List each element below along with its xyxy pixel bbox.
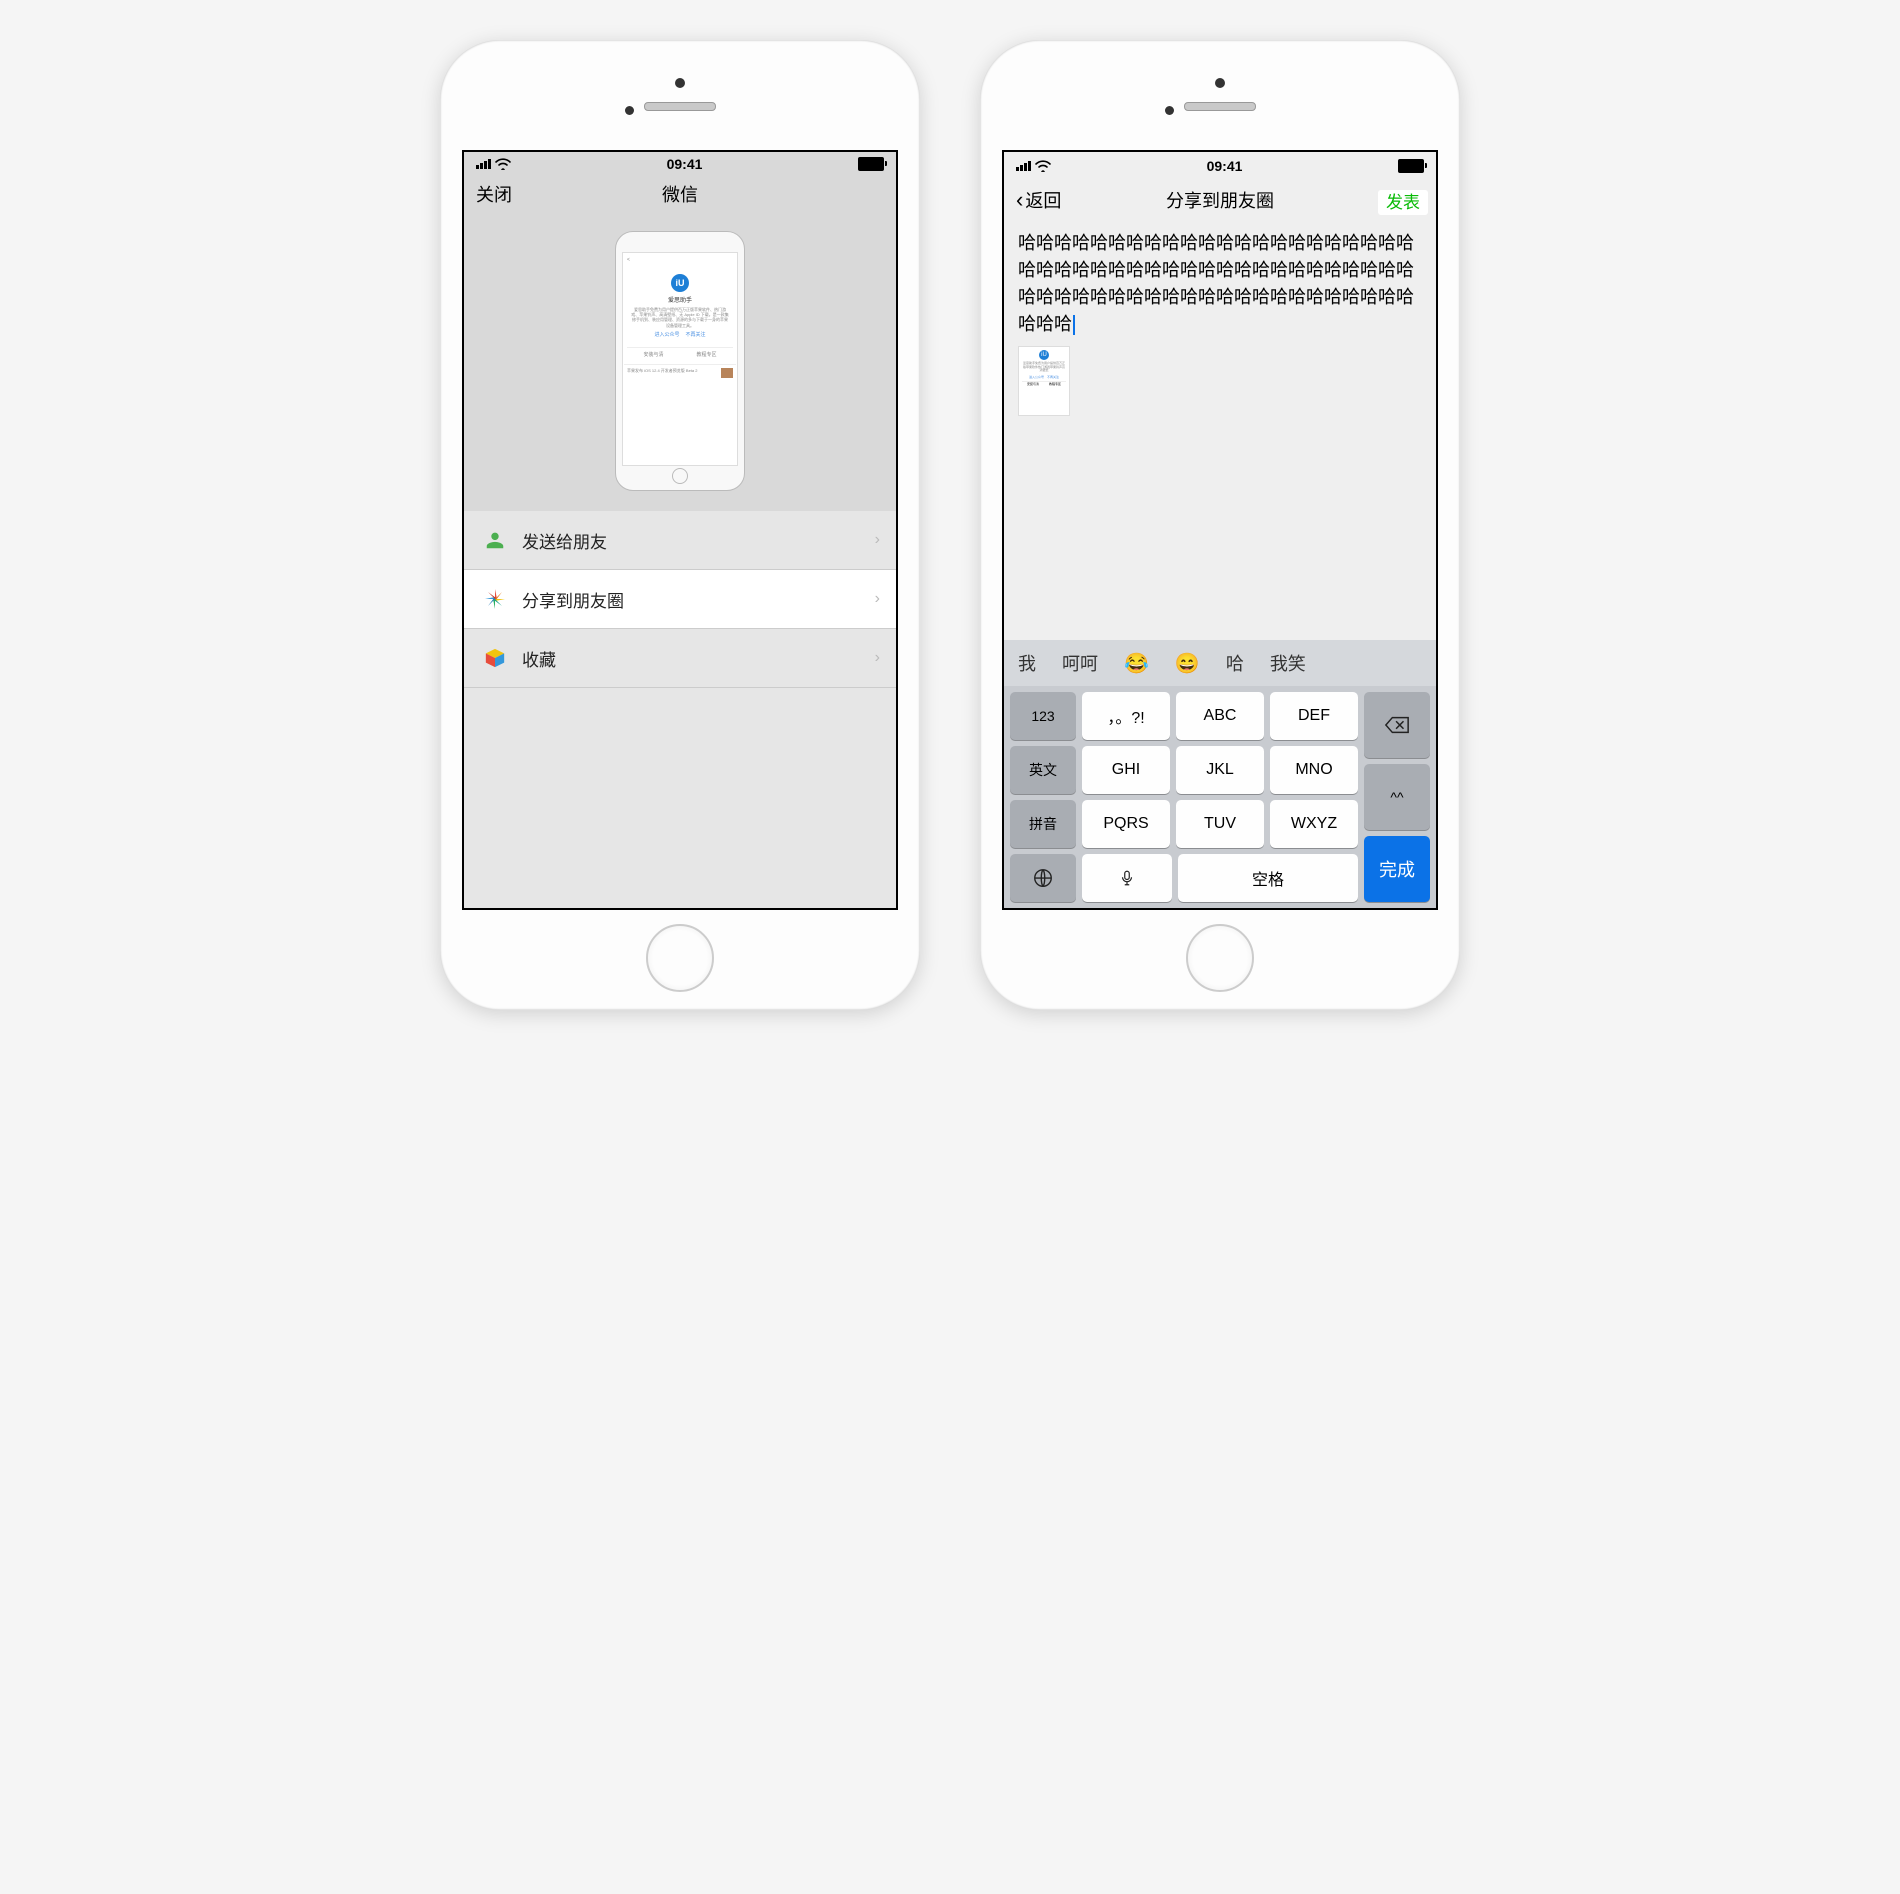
key-globe-icon[interactable] [1010, 854, 1076, 902]
key-tuv[interactable]: TUV [1176, 800, 1264, 848]
status-bar: 09:41 [464, 152, 896, 176]
preview-news-thumb [721, 368, 733, 378]
moments-icon [483, 587, 507, 611]
screen-right: 09:41 ‹ 返回 分享到朋友圈 发表 哈哈哈哈哈哈哈哈哈哈哈哈哈哈哈哈哈哈哈… [1002, 150, 1438, 910]
preview-app-logo-icon: iU [671, 274, 689, 292]
key-backspace-icon[interactable] [1364, 692, 1430, 758]
preview-tab-left: 安装与清 [627, 348, 680, 361]
key-english[interactable]: 英文 [1010, 746, 1076, 794]
share-to-friend-row[interactable]: 发送给朋友 › [464, 511, 896, 570]
close-button[interactable]: 关闭 [476, 181, 512, 207]
share-to-moments-label: 分享到朋友圈 [522, 587, 624, 612]
key-punct[interactable]: ，。?! [1082, 692, 1170, 740]
compose-area[interactable]: 哈哈哈哈哈哈哈哈哈哈哈哈哈哈哈哈哈哈哈哈哈哈哈哈哈哈哈哈哈哈哈哈哈哈哈哈哈哈哈哈… [1004, 220, 1436, 420]
text-cursor [1073, 315, 1075, 335]
battery-icon [1398, 159, 1424, 173]
key-mno[interactable]: MNO [1270, 746, 1358, 794]
preview-link-right: 不再关注 [686, 331, 706, 338]
nav-title: 分享到朋友圈 [1166, 187, 1274, 213]
nav-bar-right: ‹ 返回 分享到朋友圈 发表 [1004, 180, 1436, 220]
home-button[interactable] [1186, 924, 1254, 992]
speaker-slot [644, 102, 716, 111]
sensor-dot [1165, 106, 1174, 115]
preview-news-text: 苹果发布 iOS 12.4 开发者预览版 Beta 2 [627, 368, 719, 378]
chevron-right-icon: › [875, 649, 880, 667]
cube-icon [484, 647, 506, 669]
battery-icon [858, 157, 884, 171]
camera-dot [1215, 78, 1225, 88]
sensor-dot [625, 106, 634, 115]
key-123[interactable]: 123 [1010, 692, 1076, 740]
preview-text: 爱思助手免费为用户提供百万正版苹果软件、热门游戏、苹果铃声、高清壁纸、无 App… [627, 307, 733, 328]
key-pinyin[interactable]: 拼音 [1010, 800, 1076, 848]
key-def[interactable]: DEF [1270, 692, 1358, 740]
nav-bar-left: 关闭 微信 [464, 176, 896, 211]
back-button[interactable]: ‹ 返回 [1016, 187, 1061, 213]
share-preview-area: < iU 爱思助手 爱思助手免费为用户提供百万正版苹果软件、热门游戏、苹果铃声、… [464, 211, 896, 511]
camera-dot [675, 78, 685, 88]
publish-button[interactable]: 发表 [1378, 190, 1428, 215]
status-bar: 09:41 [1004, 152, 1436, 180]
preview-app-name: 爱思助手 [668, 295, 692, 304]
nav-title: 微信 [662, 181, 698, 207]
chevron-back-icon: ‹ [1016, 187, 1023, 213]
suggestion-5[interactable]: 我笑 [1266, 648, 1310, 678]
suggestion-2-emoji[interactable]: 😂 [1120, 649, 1153, 678]
phone-mockup-right: 09:41 ‹ 返回 分享到朋友圈 发表 哈哈哈哈哈哈哈哈哈哈哈哈哈哈哈哈哈哈哈… [980, 40, 1460, 1010]
key-space[interactable]: 空格 [1178, 854, 1358, 902]
chevron-right-icon: › [875, 531, 880, 549]
suggestion-4[interactable]: 哈 [1222, 648, 1248, 678]
compose-body: 哈哈哈哈哈哈哈哈哈哈哈哈哈哈哈哈哈哈哈哈哈哈哈哈哈哈哈哈哈哈哈哈哈哈哈哈哈哈哈哈… [1004, 220, 1436, 908]
person-icon [484, 529, 506, 551]
signal-icon [1016, 161, 1031, 171]
status-time: 09:41 [667, 156, 703, 172]
key-abc[interactable]: ABC [1176, 692, 1264, 740]
share-action-list: 发送给朋友 › [464, 511, 896, 688]
preview-link-left: 进入公众号 [654, 331, 679, 338]
screen-left: 09:41 关闭 微信 < iU 爱思助手 爱思助手免费为用户提供百万正版苹果软… [462, 150, 898, 910]
keyboard: 我 呵呵 😂 😄 哈 我笑 123 英文 拼音 [1004, 640, 1436, 908]
share-sheet-footer-space [464, 688, 896, 908]
home-button[interactable] [646, 924, 714, 992]
key-wxyz[interactable]: WXYZ [1270, 800, 1358, 848]
thumbnail-logo-icon: iU [1039, 350, 1049, 360]
key-done[interactable]: 完成 [1364, 836, 1430, 902]
key-face[interactable]: ^^ [1364, 764, 1430, 830]
wifi-icon [495, 158, 511, 170]
key-pqrs[interactable]: PQRS [1082, 800, 1170, 848]
preview-tab-right: 教程专区 [680, 348, 733, 361]
status-time: 09:41 [1207, 158, 1243, 174]
share-sheet-body: < iU 爱思助手 爱思助手免费为用户提供百万正版苹果软件、热门游戏、苹果铃声、… [464, 211, 896, 908]
key-ghi[interactable]: GHI [1082, 746, 1170, 794]
favorite-row[interactable]: 收藏 › [464, 629, 896, 688]
compose-thumbnail[interactable]: iU 爱思助手免费为用户提供百万正版苹果软件热门游戏苹果铃声高清壁纸 进入公众号… [1018, 346, 1070, 416]
wifi-icon [1035, 160, 1051, 172]
suggestion-1[interactable]: 呵呵 [1058, 648, 1102, 678]
back-label: 返回 [1025, 187, 1061, 213]
suggestion-3-emoji[interactable]: 😄 [1171, 649, 1204, 678]
compose-text[interactable]: 哈哈哈哈哈哈哈哈哈哈哈哈哈哈哈哈哈哈哈哈哈哈哈哈哈哈哈哈哈哈哈哈哈哈哈哈哈哈哈哈… [1018, 230, 1422, 338]
preview-phone-graphic: < iU 爱思助手 爱思助手免费为用户提供百万正版苹果软件、热门游戏、苹果铃声、… [615, 231, 745, 491]
signal-icon [476, 159, 491, 169]
suggestion-0[interactable]: 我 [1014, 648, 1040, 678]
chevron-right-icon: › [875, 590, 880, 608]
share-to-moments-row[interactable]: 分享到朋友圈 › [464, 570, 896, 629]
key-mic-icon[interactable] [1082, 854, 1172, 902]
speaker-slot [1184, 102, 1256, 111]
share-to-friend-label: 发送给朋友 [522, 528, 607, 553]
suggestion-bar: 我 呵呵 😂 😄 哈 我笑 [1004, 640, 1436, 686]
phone-mockup-left: 09:41 关闭 微信 < iU 爱思助手 爱思助手免费为用户提供百万正版苹果软… [440, 40, 920, 1010]
key-jkl[interactable]: JKL [1176, 746, 1264, 794]
favorite-label: 收藏 [522, 646, 556, 671]
